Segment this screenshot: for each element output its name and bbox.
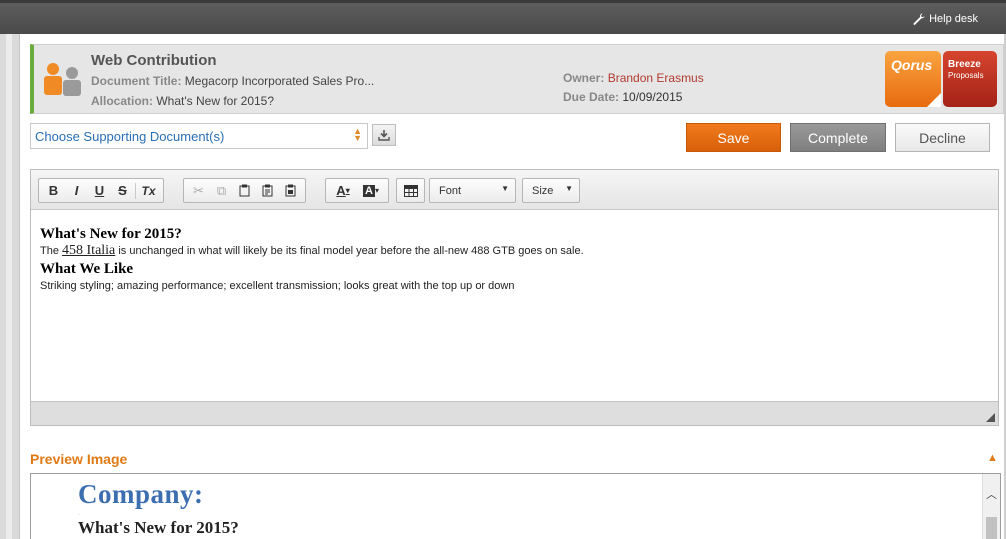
copy-icon: ⧉ [216, 182, 227, 198]
logo-qorus: Qorus [885, 51, 941, 107]
cut-button[interactable]: ✂ [187, 181, 210, 201]
select-arrows-icon: ▲ ▼ [353, 126, 362, 143]
allocation-label: Allocation: [91, 94, 153, 108]
remove-format-button[interactable]: Tx [137, 181, 160, 201]
italic-button[interactable]: I [65, 181, 88, 201]
preview-company: Company: [78, 479, 204, 509]
document-title-value: Megacorp Incorporated Sales Pro... [184, 74, 375, 88]
help-desk-label: Help desk [929, 13, 978, 25]
clipboard-text-icon [262, 184, 273, 197]
left-rail [0, 34, 20, 539]
users-icon [44, 63, 81, 96]
content-heading-1: What's New for 2015? [40, 226, 182, 242]
text-color-button[interactable]: A ▾ [329, 181, 357, 201]
background-color-button[interactable]: A ▾ [357, 181, 385, 201]
bold-button[interactable]: B [42, 181, 65, 201]
table-group [396, 178, 425, 203]
complete-button[interactable]: Complete [790, 123, 886, 152]
table-button[interactable] [399, 181, 422, 201]
format-group: B I U S Tx [38, 178, 164, 203]
content-heading-2: What We Like [40, 261, 134, 277]
dropdown-caret-icon: ▼ [565, 184, 573, 193]
resize-handle-icon[interactable] [986, 413, 995, 422]
wrench-icon [913, 13, 925, 25]
editor-statusbar [31, 401, 998, 425]
owner-label: Owner: [563, 71, 605, 85]
supporting-document-select[interactable]: Choose Supporting Document(s) ▲ ▼ [30, 123, 368, 149]
supporting-document-label: Choose Supporting Document(s) [35, 129, 225, 144]
allocation-value: What's New for 2015? [156, 94, 275, 108]
font-combo[interactable]: Font ▼ [429, 178, 516, 203]
collapse-preview-icon[interactable]: ▲ [987, 452, 998, 464]
color-group: A ▾ A ▾ [325, 178, 389, 203]
preview-image-title: Preview Image [30, 451, 128, 467]
preview-heading: What's New for 2015? [78, 518, 239, 537]
copy-button[interactable]: ⧉ [210, 181, 233, 201]
owner-value: Brandon Erasmus [607, 71, 704, 85]
clipboard-icon [239, 184, 250, 197]
preview-scrollbar[interactable]: ︿ [982, 474, 1000, 539]
strikethrough-button[interactable]: S [111, 181, 134, 201]
document-title-label: Document Title: [91, 74, 182, 88]
due-date-value: 10/09/2015 [622, 90, 683, 104]
clipboard-word-icon [285, 184, 296, 197]
clipboard-group: ✂ ⧉ [183, 178, 306, 203]
paste-button[interactable] [233, 181, 256, 201]
help-desk-link[interactable]: Help desk [913, 13, 978, 25]
size-combo[interactable]: Size ▼ [522, 178, 580, 203]
save-button[interactable]: Save [686, 123, 781, 152]
allocation-row: Allocation: What's New for 2015? [91, 94, 274, 108]
contribution-header: Web Contribution Document Title: Megacor… [30, 44, 1004, 114]
due-date-row: Due Date: 10/09/2015 [563, 90, 682, 104]
scrollbar-thumb[interactable] [986, 517, 997, 539]
underline-button[interactable]: U [88, 181, 111, 201]
download-button[interactable] [372, 124, 396, 146]
top-bar: Help desk [0, 0, 1006, 34]
dropdown-caret-icon: ▼ [501, 184, 509, 193]
table-icon [403, 184, 418, 197]
preview-image-panel: Company: · What's New for 2015? ︿ [30, 473, 1001, 539]
content-paragraph-1: The 458 Italia is unchanged in what will… [40, 243, 584, 258]
editor-toolbar: B I U S Tx ✂ ⧉ A ▾ A ▾ Font ▼ Size ▼ [31, 170, 998, 210]
due-date-label: Due Date: [563, 90, 620, 104]
owner-row: Owner: Brandon Erasmus [563, 71, 704, 85]
paste-text-button[interactable] [256, 181, 279, 201]
content-paragraph-2: Striking styling; amazing performance; e… [40, 280, 515, 292]
logo-breeze: Breeze Proposals [943, 51, 997, 107]
qorus-breeze-logo: Qorus Breeze Proposals [885, 51, 997, 107]
rich-text-editor: B I U S Tx ✂ ⧉ A ▾ A ▾ Font ▼ Size ▼ Wha… [30, 169, 999, 426]
scroll-up-icon[interactable]: ︿ [986, 486, 997, 502]
model-link[interactable]: 458 Italia [62, 243, 115, 258]
page-title: Web Contribution [91, 52, 217, 69]
download-icon [378, 130, 390, 141]
paste-word-button[interactable] [279, 181, 302, 201]
scissors-icon: ✂ [193, 182, 204, 198]
editor-content[interactable]: What's New for 2015? The 458 Italia is u… [31, 211, 998, 401]
document-title-row: Document Title: Megacorp Incorporated Sa… [91, 74, 374, 88]
decline-button[interactable]: Decline [895, 123, 990, 152]
